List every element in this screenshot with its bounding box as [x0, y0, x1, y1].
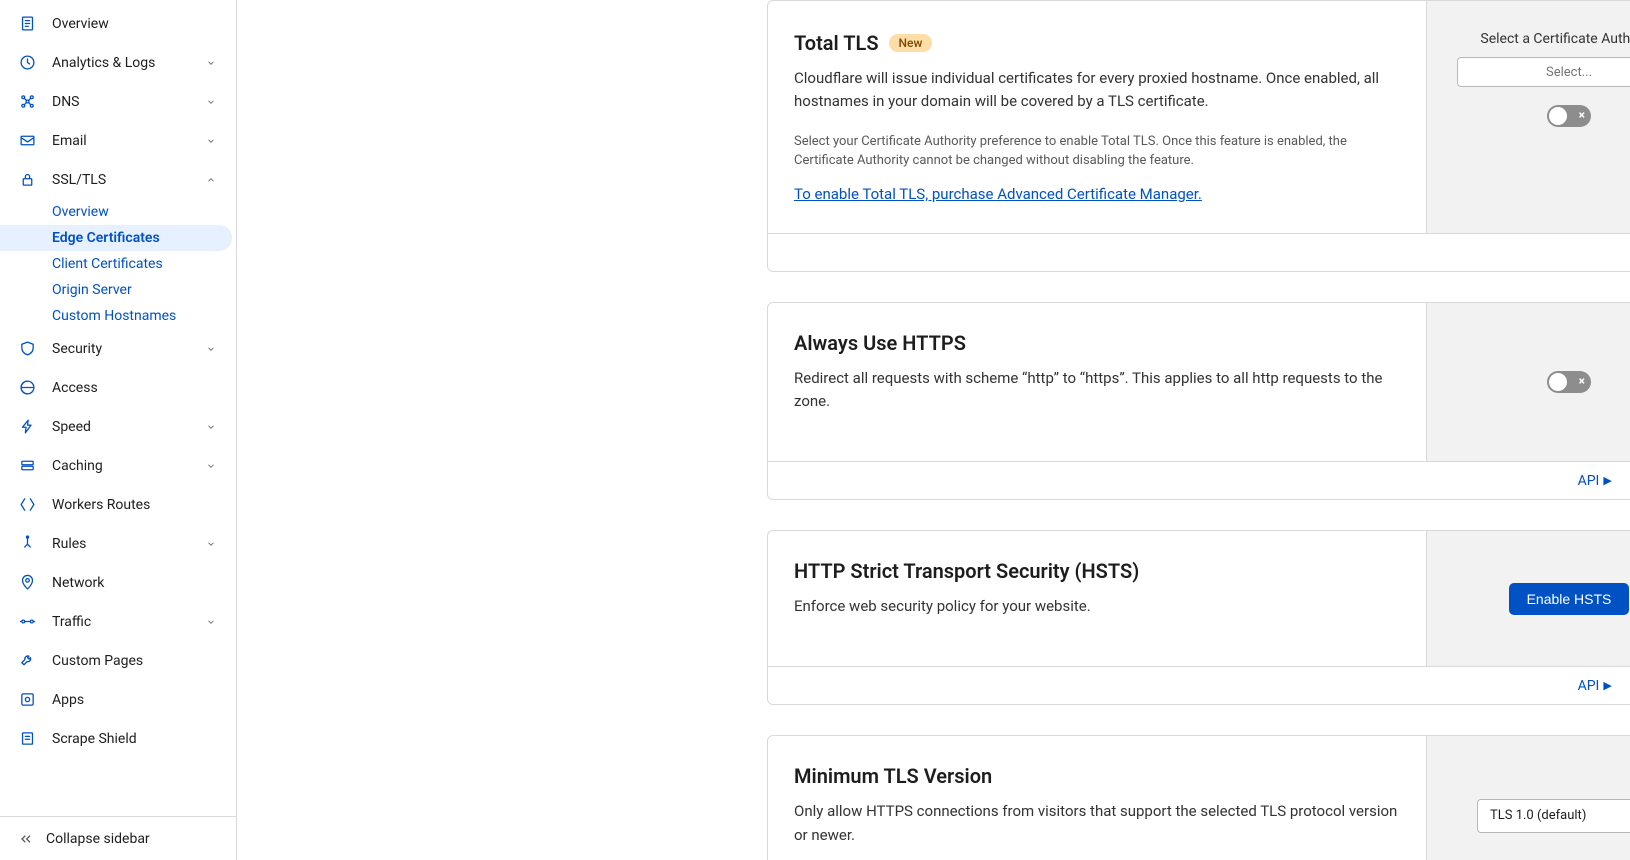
- sidebar-item-email[interactable]: Email: [0, 121, 236, 160]
- sidebar-sub-edge-certificates[interactable]: Edge Certificates: [0, 225, 232, 251]
- sidebar-item-analytics-logs[interactable]: Analytics & Logs: [0, 43, 236, 82]
- sidebar-item-apps[interactable]: Apps: [0, 680, 236, 719]
- chevron-down-icon: [204, 58, 218, 68]
- bolt-icon: [18, 418, 36, 436]
- card-title: Minimum TLS Version: [794, 764, 992, 788]
- api-link[interactable]: API▶: [1578, 678, 1612, 694]
- card-total-tls: Total TLS New Cloudflare will issue indi…: [767, 0, 1630, 272]
- sidebar-item-label: Rules: [52, 536, 204, 552]
- dns-icon: [18, 93, 36, 111]
- lock-icon: [18, 171, 36, 189]
- sidebar-item-security[interactable]: Security: [0, 329, 236, 368]
- access-icon: [18, 379, 36, 397]
- card-hint: Select your Certificate Authority prefer…: [794, 132, 1400, 171]
- sidebar-item-label: Network: [52, 575, 218, 591]
- sidebar-item-overview[interactable]: Overview: [0, 4, 236, 43]
- api-link[interactable]: API▶: [1578, 473, 1612, 489]
- card-title: HTTP Strict Transport Security (HSTS): [794, 559, 1139, 583]
- drive-icon: [18, 457, 36, 475]
- sidebar-item-traffic[interactable]: Traffic: [0, 602, 236, 641]
- card-description: Redirect all requests with scheme “http”…: [794, 367, 1400, 414]
- purchase-acm-link[interactable]: To enable Total TLS, purchase Advanced C…: [794, 185, 1202, 203]
- sidebar-item-speed[interactable]: Speed: [0, 407, 236, 446]
- badge-new: New: [889, 34, 933, 52]
- sidebar-item-network[interactable]: Network: [0, 563, 236, 602]
- card-description: Enforce web security policy for your web…: [794, 595, 1400, 618]
- apps-icon: [18, 691, 36, 709]
- card-description: Cloudflare will issue individual certifi…: [794, 67, 1400, 114]
- sidebar-item-label: Custom Pages: [52, 653, 218, 669]
- sidebar-sub-origin-server[interactable]: Origin Server: [0, 277, 236, 303]
- sidebar-item-label: DNS: [52, 94, 204, 110]
- sidebar-sub-overview[interactable]: Overview: [0, 199, 236, 225]
- card-min-tls: Minimum TLS Version Only allow HTTPS con…: [767, 735, 1630, 860]
- wrench-icon: [18, 652, 36, 670]
- sidebar-item-label: Speed: [52, 419, 204, 435]
- sidebar-item-label: Security: [52, 341, 204, 357]
- ca-select-placeholder: Select...: [1546, 65, 1592, 80]
- sidebar-item-label: Traffic: [52, 614, 204, 630]
- sidebar-sub-client-certificates[interactable]: Client Certificates: [0, 251, 236, 277]
- rules-icon: [18, 535, 36, 553]
- workers-icon: [18, 496, 36, 514]
- sidebar-item-label: Caching: [52, 458, 204, 474]
- sidebar-item-rules[interactable]: Rules: [0, 524, 236, 563]
- sidebar-item-label: Workers Routes: [52, 497, 218, 513]
- sidebar: Overview Analytics & Logs DNS Email SSL/TLS O…: [0, 0, 237, 860]
- ca-select-label: Select a Certificate Authority: [1480, 31, 1630, 47]
- main-content: Total TLS New Cloudflare will issue indi…: [237, 0, 1630, 860]
- sidebar-item-caching[interactable]: Caching: [0, 446, 236, 485]
- card-title: Always Use HTTPS: [794, 331, 966, 355]
- chevron-down-icon: [204, 461, 218, 471]
- sidebar-item-scrape-shield[interactable]: Scrape Shield: [0, 719, 236, 758]
- chevron-down-icon: [204, 617, 218, 627]
- enable-hsts-button[interactable]: Enable HSTS: [1509, 583, 1630, 615]
- sidebar-item-label: SSL/TLS: [52, 172, 204, 188]
- sidebar-item-label: Email: [52, 133, 204, 149]
- total-tls-toggle[interactable]: ×: [1547, 105, 1591, 127]
- min-tls-value: TLS 1.0 (default): [1490, 808, 1586, 823]
- sidebar-item-dns[interactable]: DNS: [0, 82, 236, 121]
- min-tls-select[interactable]: TLS 1.0 (default): [1477, 799, 1630, 833]
- sidebar-sub-custom-hostnames[interactable]: Custom Hostnames: [0, 303, 236, 329]
- always-https-toggle[interactable]: ×: [1547, 371, 1591, 393]
- card-title: Total TLS: [794, 31, 879, 55]
- chevron-down-icon: [204, 422, 218, 432]
- traffic-icon: [18, 613, 36, 631]
- chevron-down-icon: [204, 539, 218, 549]
- mail-icon: [18, 132, 36, 150]
- ca-select[interactable]: Select...: [1457, 57, 1630, 87]
- file-icon: [18, 15, 36, 33]
- sidebar-item-workers-routes[interactable]: Workers Routes: [0, 485, 236, 524]
- card-hsts: HTTP Strict Transport Security (HSTS) En…: [767, 530, 1630, 705]
- chevron-double-left-icon: [18, 831, 36, 847]
- sidebar-item-custom-pages[interactable]: Custom Pages: [0, 641, 236, 680]
- shield-icon: [18, 340, 36, 358]
- collapse-sidebar-label: Collapse sidebar: [46, 831, 150, 847]
- clock-icon: [18, 54, 36, 72]
- card-description: Only allow HTTPS connections from visito…: [794, 800, 1400, 847]
- scrape-icon: [18, 730, 36, 748]
- chevron-down-icon: [204, 344, 218, 354]
- sidebar-item-label: Apps: [52, 692, 218, 708]
- sidebar-item-label: Analytics & Logs: [52, 55, 204, 71]
- sidebar-item-access[interactable]: Access: [0, 368, 236, 407]
- sidebar-item-ssl-tls[interactable]: SSL/TLS: [0, 160, 236, 199]
- sidebar-item-label: Access: [52, 380, 218, 396]
- collapse-sidebar-button[interactable]: Collapse sidebar: [0, 816, 236, 860]
- sidebar-item-label: Overview: [52, 16, 218, 32]
- card-always-https: Always Use HTTPS Redirect all requests w…: [767, 302, 1630, 501]
- chevron-down-icon: [204, 97, 218, 107]
- pin-icon: [18, 574, 36, 592]
- chevron-up-icon: [204, 175, 218, 185]
- chevron-down-icon: [204, 136, 218, 146]
- sidebar-item-label: Scrape Shield: [52, 731, 218, 747]
